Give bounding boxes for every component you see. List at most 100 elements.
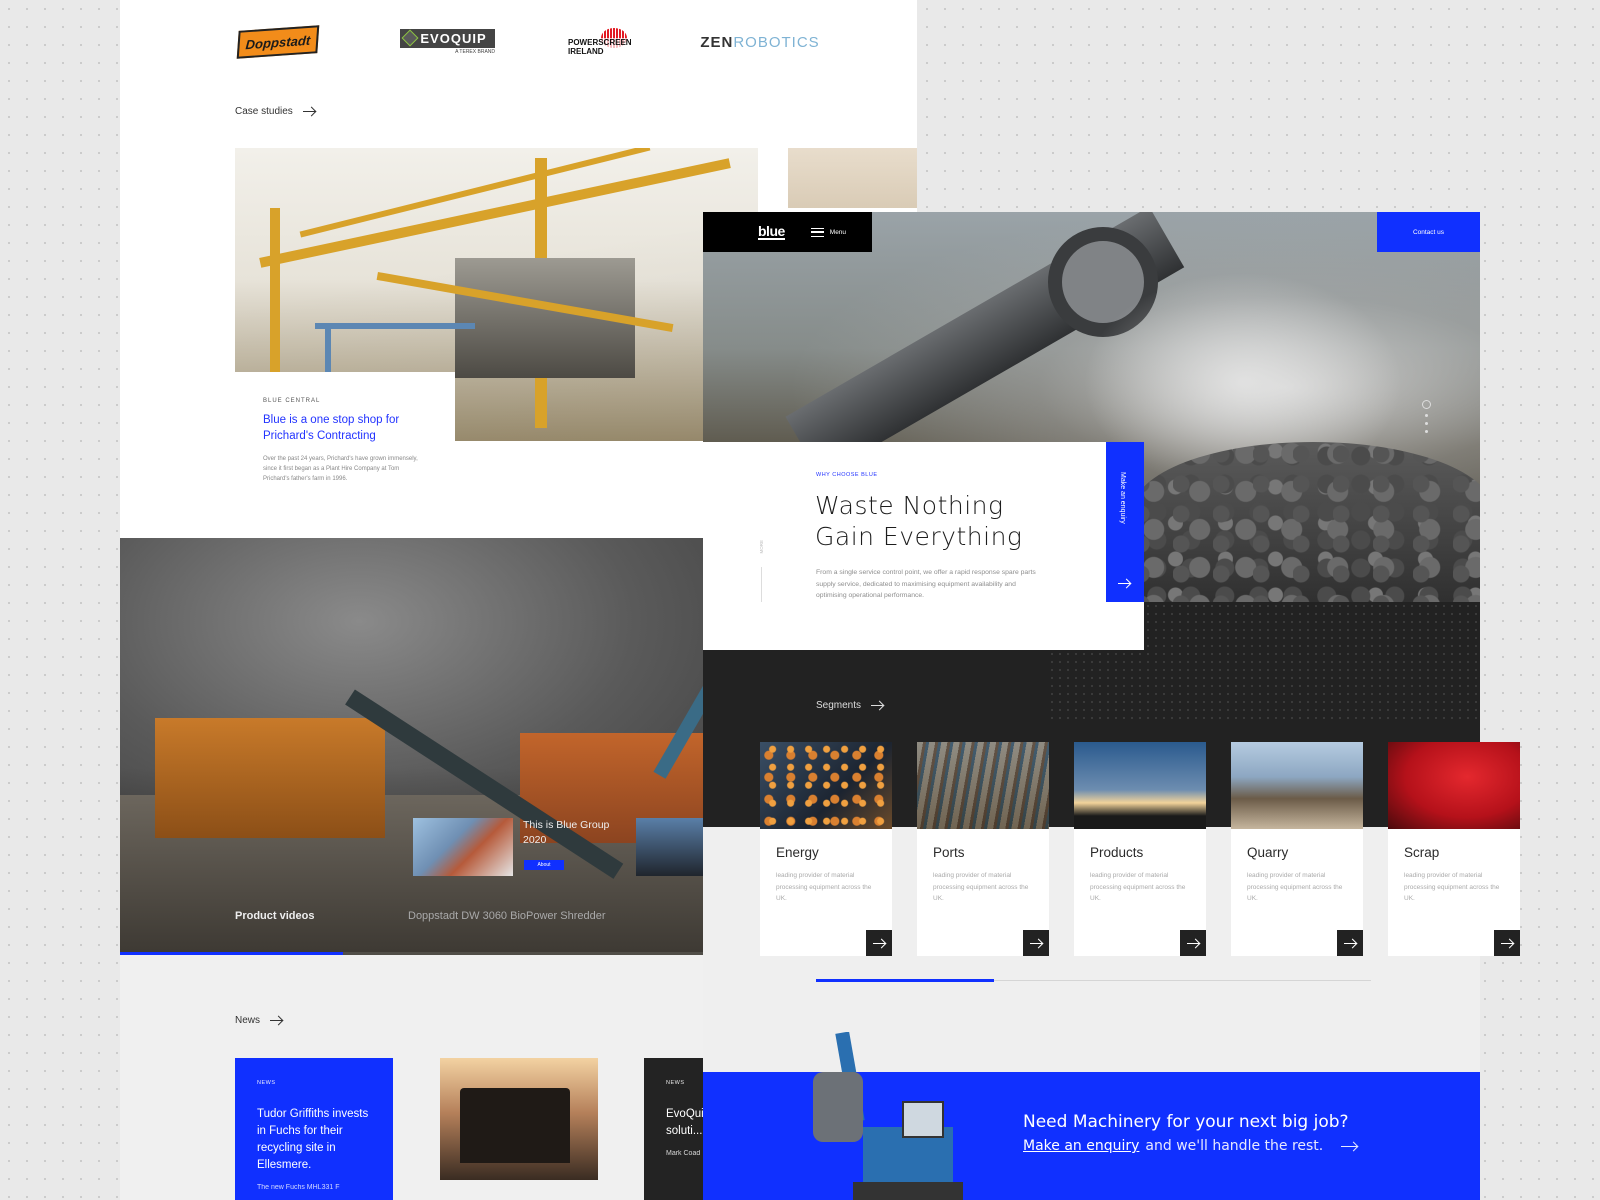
zenrobotics-logo[interactable]: ZEN ROBOTICS	[700, 28, 818, 56]
segment-arrow-button[interactable]	[1023, 930, 1049, 956]
intro-card: MORE WHY CHOOSE BLUE Waste Nothing Gain …	[703, 442, 1144, 650]
segment-title: Quarry	[1247, 845, 1289, 860]
scroll-more-label: MORE	[759, 540, 764, 554]
powerscreen-logo[interactable]: POWERSCREEN IRELAND	[568, 28, 660, 56]
slide-dot[interactable]	[1425, 430, 1428, 433]
make-enquiry-tab[interactable]: Make an enquiry	[1106, 442, 1144, 602]
arrow-right-icon	[1344, 942, 1356, 944]
news-meta: The new Fuchs MHL331 F	[257, 1184, 340, 1191]
segment-description: leading provider of material processing …	[933, 872, 1029, 902]
segment-arrow-button[interactable]	[1494, 930, 1520, 956]
segment-card-body: Energy leading provider of material proc…	[760, 829, 892, 956]
news-image-card[interactable]	[440, 1058, 598, 1180]
doppstadt-logo[interactable]: Doppstadt	[236, 25, 320, 59]
news-link[interactable]: News	[235, 1015, 283, 1026]
material-handler-image	[813, 1032, 963, 1200]
evoquip-logo-text: EVOQUIP	[400, 29, 495, 48]
cta-title: Need Machinery for your next big job?	[1023, 1112, 1349, 1132]
segment-description: leading provider of material processing …	[1247, 872, 1343, 902]
tractor-image	[460, 1088, 570, 1163]
evoquip-logo-subtext: A TEREX BRAND	[455, 49, 495, 55]
segment-card-body: Products leading provider of material pr…	[1074, 829, 1206, 956]
arrow-right-icon	[1030, 942, 1042, 944]
evoquip-logo[interactable]: EVOQUIP A TEREX BRAND	[400, 28, 495, 56]
arrow-right-icon	[871, 705, 884, 706]
video-promo-title: This is Blue Group 2020	[523, 819, 610, 846]
segments-label: Segments	[816, 700, 862, 711]
menu-label: Menu	[829, 228, 847, 236]
hero-slide-indicator	[1422, 400, 1431, 433]
video-caption: Doppstadt DW 3060 BioPower Shredder	[408, 910, 606, 922]
segment-image	[1388, 742, 1520, 829]
slide-dot-active[interactable]	[1422, 400, 1431, 409]
news-title: Tudor Griffiths invests in Fuchs for the…	[257, 1108, 369, 1171]
right-page-mockup: blue Menu Contact us MORE WHY CHOOSE BLU…	[703, 212, 1520, 1200]
case-studies-label: Case studies	[235, 106, 293, 117]
segment-card-scrap[interactable]: Scrap leading provider of material proce…	[1388, 742, 1520, 956]
arrow-right-icon[interactable]	[1341, 1145, 1358, 1147]
segment-card-ports[interactable]: Ports leading provider of material proce…	[917, 742, 1049, 956]
segments-scrollbar[interactable]	[816, 979, 1371, 982]
arrow-right-icon	[1118, 583, 1130, 584]
segment-card-body: Scrap leading provider of material proce…	[1388, 829, 1520, 956]
segment-card-products[interactable]: Products leading provider of material pr…	[1074, 742, 1206, 956]
arrow-right-icon	[1187, 942, 1199, 944]
contact-us-button[interactable]: Contact us	[1377, 212, 1480, 252]
arrow-right-icon	[270, 1020, 283, 1021]
news-card[interactable]: NEWS Tudor Griffiths invests in Fuchs fo…	[235, 1058, 393, 1200]
make-enquiry-link[interactable]: Make an enquiry	[1023, 1138, 1139, 1154]
segment-title: Ports	[933, 845, 965, 860]
segment-image	[1074, 742, 1206, 829]
news-eyebrow: NEWS	[257, 1080, 276, 1086]
crane-boom	[259, 158, 731, 268]
segment-card-body: Quarry leading provider of material proc…	[1231, 829, 1363, 956]
zenrobotics-logo-zen: ZEN	[700, 33, 734, 51]
intro-title: Waste Nothing Gain Everything	[815, 490, 1022, 552]
segment-title: Scrap	[1404, 845, 1440, 860]
news-label: News	[235, 1015, 261, 1026]
top-navbar: blue Menu	[703, 212, 872, 252]
cta-subtitle: Make an enquiry and we'll handle the res…	[1023, 1138, 1358, 1154]
intro-title-line: Gain Everything	[815, 522, 1023, 551]
cta-rest-text: and we'll handle the rest.	[1145, 1138, 1324, 1154]
make-enquiry-label: Make an enquiry	[1119, 472, 1126, 524]
cta-banner: Need Machinery for your next big job? Ma…	[703, 1032, 1480, 1200]
segment-arrow-button[interactable]	[1180, 930, 1206, 956]
arrow-right-icon	[302, 111, 315, 112]
segment-description: leading provider of material processing …	[1090, 872, 1186, 902]
video-shredder-machine	[155, 718, 385, 838]
arrow-right-icon	[1501, 942, 1513, 944]
zenrobotics-logo-robotics: ROBOTICS	[733, 33, 820, 51]
product-videos-label: Product videos	[235, 910, 315, 922]
menu-button[interactable]: Menu	[810, 227, 847, 237]
doppstadt-logo-text: Doppstadt	[245, 32, 311, 52]
blue-brand-logo[interactable]: blue	[758, 224, 785, 240]
hero-rock-pile	[1133, 442, 1480, 602]
case-study-card[interactable]: BLUE CENTRAL Blue is a one stop shop for…	[235, 372, 455, 502]
slide-dot[interactable]	[1425, 414, 1428, 417]
arrow-right-icon	[873, 942, 885, 944]
segment-description: leading provider of material processing …	[776, 872, 872, 902]
segments-link[interactable]: Segments	[816, 700, 884, 711]
case-study-eyebrow: BLUE CENTRAL	[263, 398, 321, 404]
segment-image	[917, 742, 1049, 829]
intro-title-line: Waste Nothing	[815, 491, 1004, 520]
about-button[interactable]: About	[524, 860, 564, 870]
powerscreen-logo-text: POWERSCREEN IRELAND	[568, 38, 660, 56]
segment-title: Energy	[776, 845, 819, 860]
case-study-next-image[interactable]	[788, 148, 917, 208]
video-thumbnail-building[interactable]	[413, 818, 513, 876]
segment-card-energy[interactable]: Energy leading provider of material proc…	[760, 742, 892, 956]
segments-scrollbar-thumb[interactable]	[816, 979, 994, 982]
slide-dot[interactable]	[1425, 422, 1428, 425]
case-studies-link[interactable]: Case studies	[235, 106, 315, 117]
segment-arrow-button[interactable]	[866, 930, 892, 956]
segment-image	[760, 742, 892, 829]
hamburger-icon	[810, 227, 824, 237]
intro-eyebrow: WHY CHOOSE BLUE	[816, 472, 878, 478]
segment-arrow-button[interactable]	[1337, 930, 1363, 956]
segment-title: Products	[1090, 845, 1144, 860]
case-study-title[interactable]: Blue is a one stop shop for Prichard's C…	[263, 412, 427, 444]
crane-blue-frame	[315, 323, 475, 329]
segment-card-quarry[interactable]: Quarry leading provider of material proc…	[1231, 742, 1363, 956]
